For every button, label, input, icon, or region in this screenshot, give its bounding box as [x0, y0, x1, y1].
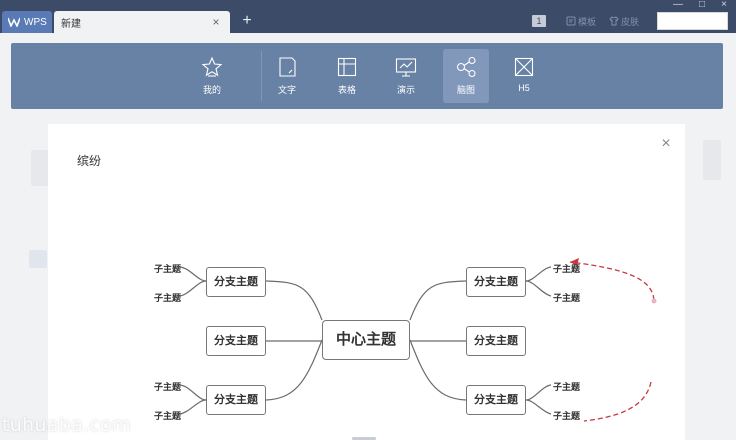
- toolbar-divider: [261, 51, 262, 101]
- subtopic-node[interactable]: 子主题: [154, 262, 181, 275]
- wps-app-tab[interactable]: WPS: [2, 11, 52, 33]
- document-icon: [279, 57, 296, 77]
- subtopic-node[interactable]: 子主题: [154, 291, 181, 304]
- title-bar: WPS 新建 × + 1 模板 皮肤 — □ ×: [0, 0, 736, 33]
- tool-spreadsheet-label: 表格: [337, 85, 356, 95]
- wps-logo-icon: [8, 17, 20, 27]
- notification-badge[interactable]: 1: [532, 15, 546, 27]
- template-label: 模板: [578, 16, 597, 27]
- tool-text[interactable]: 文字: [264, 49, 310, 103]
- background-placeholder: [29, 250, 47, 268]
- close-window-button[interactable]: ×: [714, 0, 734, 10]
- tool-mindmap-label: 脑图: [456, 85, 475, 95]
- connector-line: [179, 399, 207, 415]
- tool-text-label: 文字: [277, 85, 296, 95]
- subtopic-node[interactable]: 子主题: [154, 409, 181, 422]
- mindmap-connectors: [179, 258, 657, 422]
- tab-new-document-label: 新建: [61, 18, 81, 30]
- template-button[interactable]: 模板: [566, 14, 596, 28]
- h5-icon: [514, 57, 534, 77]
- connector-line: [179, 280, 207, 297]
- connector-line: [409, 280, 467, 321]
- branch-topic-node[interactable]: 分支主题: [206, 385, 266, 415]
- connector-line: [525, 266, 552, 282]
- shirt-icon: [609, 16, 619, 26]
- connector-line: [409, 339, 467, 401]
- branch-topic-node[interactable]: 分支主题: [206, 267, 266, 297]
- tab-new-document[interactable]: 新建 ×: [54, 11, 230, 33]
- wps-app-tab-label: WPS: [24, 16, 47, 28]
- path-start-dot: [651, 298, 657, 304]
- table-icon: [337, 57, 357, 77]
- tab-close-icon[interactable]: ×: [209, 15, 223, 29]
- search-input[interactable]: [657, 12, 728, 30]
- skin-label: 皮肤: [621, 16, 640, 27]
- center-topic-node[interactable]: 中心主题: [322, 320, 410, 360]
- branch-topic-node[interactable]: 分支主题: [466, 267, 526, 297]
- tool-spreadsheet[interactable]: 表格: [324, 49, 370, 103]
- new-document-toolbar: 我的 文字 表格 演示 脑图 H5: [11, 43, 723, 109]
- connector-line: [525, 384, 552, 401]
- subtopic-node[interactable]: 子主题: [553, 262, 580, 275]
- animation-path-arrow: [583, 381, 652, 422]
- tool-h5-label: H5: [518, 83, 530, 93]
- tool-presentation-label: 演示: [396, 85, 415, 95]
- skin-button[interactable]: 皮肤: [609, 14, 639, 28]
- watermark-text: tuhuaba.com: [2, 414, 131, 436]
- template-icon: [566, 16, 576, 26]
- star-icon: [201, 56, 223, 77]
- branch-topic-node[interactable]: 分支主题: [466, 385, 526, 415]
- presentation-icon: [395, 58, 417, 77]
- mindmap-icon: [456, 56, 476, 78]
- maximize-button[interactable]: □: [692, 0, 712, 10]
- tool-presentation[interactable]: 演示: [383, 49, 429, 103]
- connector-line: [265, 280, 323, 321]
- branch-topic-node[interactable]: 分支主题: [206, 326, 266, 356]
- background-placeholder: [31, 150, 49, 186]
- connector-line: [525, 280, 552, 297]
- subtopic-node[interactable]: 子主题: [553, 291, 580, 304]
- new-tab-button[interactable]: +: [238, 12, 256, 30]
- tool-mindmap[interactable]: 脑图: [443, 49, 489, 103]
- connector-line: [179, 266, 207, 282]
- connector-line: [525, 399, 552, 415]
- connector-line: [179, 384, 207, 401]
- animation-path-arrow: [569, 261, 655, 301]
- branch-topic-node[interactable]: 分支主题: [466, 326, 526, 356]
- background-placeholder: [703, 140, 721, 180]
- subtopic-node[interactable]: 子主题: [553, 409, 580, 422]
- template-dialog: 缤纷 × 中心主题 分支主题 分支主题 分支主题 分支主题 分支主题 分支主题 …: [48, 124, 685, 440]
- minimize-button[interactable]: —: [668, 0, 688, 10]
- tool-my[interactable]: 我的: [189, 49, 235, 103]
- subtopic-node[interactable]: 子主题: [154, 380, 181, 393]
- tool-h5[interactable]: H5: [501, 49, 547, 103]
- subtopic-node[interactable]: 子主题: [553, 380, 580, 393]
- tool-my-label: 我的: [202, 85, 221, 95]
- connector-line: [265, 339, 323, 401]
